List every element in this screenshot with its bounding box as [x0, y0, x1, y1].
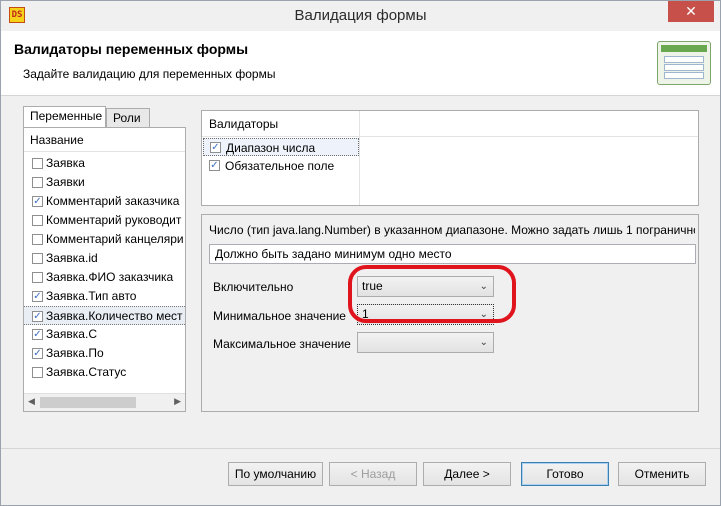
- variable-checkbox[interactable]: [32, 177, 43, 188]
- variables-items: Заявка Заявки ✓ Комментарий заказчика Коммен…: [24, 154, 185, 382]
- variable-checkbox[interactable]: [32, 234, 43, 245]
- validator-description: Число (тип java.lang.Number) в указанном…: [209, 223, 695, 237]
- next-button[interactable]: Далее >: [423, 462, 511, 486]
- tab-variables[interactable]: Переменные: [23, 106, 106, 128]
- validator-required[interactable]: ✓ Обязательное поле: [203, 157, 359, 175]
- validator-checkbox[interactable]: ✓: [209, 160, 220, 171]
- variable-label: Комментарий заказчика: [46, 194, 180, 208]
- validator-checkbox[interactable]: ✓: [210, 142, 221, 153]
- list-item[interactable]: Заявка: [24, 154, 185, 173]
- wizard-header: Валидаторы переменных формы Задайте вали…: [1, 31, 720, 96]
- validators-header: Валидаторы: [202, 111, 698, 137]
- validator-number-range[interactable]: ✓ Диапазон числа: [203, 138, 359, 156]
- variable-checkbox[interactable]: ✓: [32, 291, 43, 302]
- max-value-label: Максимальное значение: [213, 337, 351, 351]
- list-item[interactable]: Заявки: [24, 173, 185, 192]
- list-item[interactable]: Комментарий руководит: [24, 211, 185, 230]
- min-value-value: 1: [362, 307, 369, 321]
- variable-label: Комментарий канцеляри: [46, 232, 184, 246]
- chevron-down-icon: ⌄: [479, 309, 488, 320]
- variable-label: Заявка.С: [46, 327, 97, 341]
- variable-checkbox[interactable]: [32, 158, 43, 169]
- tab-roles[interactable]: Роли: [106, 108, 150, 128]
- finish-button[interactable]: Готово: [521, 462, 609, 486]
- validator-details: Число (тип java.lang.Number) в указанном…: [201, 214, 699, 412]
- dialog-window: DS Валидация формы ✕ Валидаторы переменн…: [0, 0, 721, 506]
- variable-checkbox[interactable]: [32, 215, 43, 226]
- inclusive-label: Включительно: [213, 280, 294, 294]
- variable-label: Комментарий руководит: [46, 213, 182, 227]
- inclusive-value: true: [362, 279, 383, 293]
- scroll-thumb[interactable]: [40, 397, 136, 408]
- variable-label: Заявка.Тип авто: [46, 289, 137, 303]
- inclusive-combo[interactable]: true ⌄: [357, 276, 494, 297]
- variable-label: Заявка.Статус: [46, 365, 127, 379]
- horizontal-scrollbar[interactable]: ◀ ▶: [24, 393, 185, 411]
- chevron-down-icon: ⌄: [479, 281, 488, 292]
- list-item[interactable]: ✓ Заявка.С: [24, 325, 185, 344]
- scroll-right-icon[interactable]: ▶: [174, 396, 181, 407]
- defaults-button[interactable]: По умолчанию: [228, 462, 323, 486]
- title-bar: DS Валидация формы ✕: [1, 1, 720, 31]
- variable-checkbox[interactable]: ✓: [32, 196, 43, 207]
- page-title: Валидаторы переменных формы: [14, 41, 249, 57]
- variable-checkbox[interactable]: [32, 253, 43, 264]
- variables-list: Название Заявка Заявки ✓ Комментарий заказч…: [23, 127, 186, 412]
- list-item[interactable]: Комментарий канцеляри: [24, 230, 185, 249]
- footer-divider: [1, 448, 720, 449]
- chevron-down-icon: ⌄: [479, 337, 488, 348]
- list-item[interactable]: Заявка.id: [24, 249, 185, 268]
- max-value-combo[interactable]: ⌄: [357, 332, 494, 353]
- validator-label: Обязательное поле: [225, 159, 335, 173]
- cancel-button[interactable]: Отменить: [618, 462, 706, 486]
- close-button[interactable]: ✕: [668, 1, 714, 22]
- variable-checkbox[interactable]: [32, 367, 43, 378]
- page-subtitle: Задайте валидацию для переменных формы: [23, 67, 276, 81]
- list-item[interactable]: Заявка.ФИО заказчика: [24, 268, 185, 287]
- variable-checkbox[interactable]: ✓: [32, 329, 43, 340]
- variable-label: Заявка.Количество мест: [46, 309, 183, 323]
- scroll-left-icon[interactable]: ◀: [28, 396, 35, 407]
- validators-table: Валидаторы ✓ Диапазон числа ✓ Обязательн…: [201, 110, 699, 206]
- variable-checkbox[interactable]: ✓: [32, 311, 43, 322]
- variable-checkbox[interactable]: ✓: [32, 348, 43, 359]
- variable-label: Заявка.По: [46, 346, 104, 360]
- variable-label: Заявки: [46, 175, 85, 189]
- variable-label: Заявка.id: [46, 251, 98, 265]
- column-header-name: Название: [24, 128, 185, 152]
- error-message-input[interactable]: [209, 244, 696, 264]
- list-item[interactable]: ✓ Заявка.По: [24, 344, 185, 363]
- min-value-combo[interactable]: 1 ⌄: [357, 304, 494, 325]
- min-value-label: Минимальное значение: [213, 309, 346, 323]
- form-icon: [657, 41, 711, 85]
- list-item[interactable]: Заявка.Статус: [24, 363, 185, 382]
- list-item[interactable]: ✓ Заявка.Количество мест: [24, 306, 185, 325]
- list-item[interactable]: ✓ Заявка.Тип авто: [24, 287, 185, 306]
- variable-label: Заявка: [46, 156, 85, 170]
- variable-label: Заявка.ФИО заказчика: [46, 270, 174, 284]
- variable-checkbox[interactable]: [32, 272, 43, 283]
- back-button[interactable]: < Назад: [329, 462, 417, 486]
- list-item[interactable]: ✓ Комментарий заказчика: [24, 192, 185, 211]
- validator-label: Диапазон числа: [226, 141, 316, 155]
- window-title: Валидация формы: [294, 7, 427, 24]
